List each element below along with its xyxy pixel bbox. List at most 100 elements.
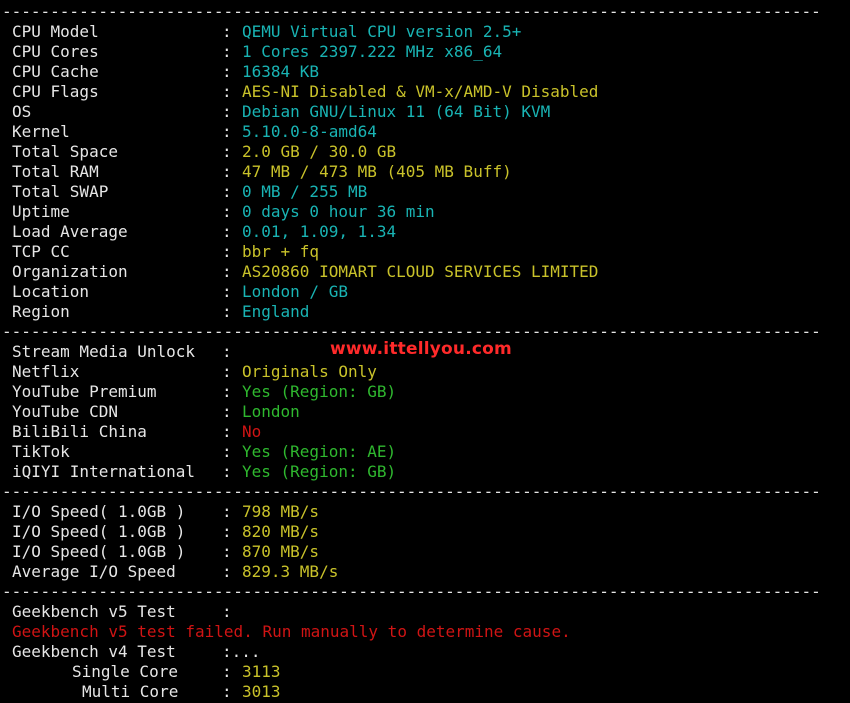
row-value: AS20860 IOMART CLOUD SERVICES LIMITED: [242, 262, 599, 281]
row-colon: :: [222, 422, 232, 441]
row-label: BiliBili China: [12, 422, 147, 441]
row-value: 0 days 0 hour 36 min: [242, 202, 435, 221]
row-colon: :: [222, 122, 232, 141]
io-row-average: Average I/O Speed:829.3 MB/s: [0, 562, 850, 582]
row-value: 3013: [242, 682, 281, 701]
row-colon: :: [222, 522, 232, 541]
separator-line: ----------------------------------------…: [2, 2, 821, 21]
row-colon: :: [222, 242, 232, 261]
row-label: I/O Speed( 1.0GB ): [12, 502, 186, 521]
row-value: No: [242, 422, 262, 441]
info-row-total-space: Total Space:2.0 GB / 30.0 GB: [0, 142, 850, 162]
row-colon: :: [222, 502, 232, 521]
info-row-uptime: Uptime:0 days 0 hour 36 min: [0, 202, 850, 222]
row-label: CPU Cache: [12, 62, 99, 81]
geekbench-v4-row: Geekbench v4 Test:...: [0, 642, 850, 662]
row-value: QEMU Virtual CPU version 2.5+: [242, 22, 522, 41]
row-colon: :: [222, 382, 232, 401]
row-label: Average I/O Speed: [12, 562, 176, 581]
row-colon: :: [222, 562, 232, 581]
row-label: Total RAM: [12, 162, 99, 181]
row-colon: :: [222, 542, 232, 561]
row-colon: :: [222, 282, 232, 301]
row-value: London / GB: [242, 282, 348, 301]
row-value: 870 MB/s: [242, 542, 320, 561]
row-label: iQIYI International: [12, 462, 196, 481]
row-colon: :: [222, 182, 232, 201]
row-label: OS: [12, 102, 32, 121]
info-row-tcp-cc: TCP CC: bbr + fq: [0, 242, 850, 262]
info-row-organization: Organization: AS20860 IOMART CLOUD SERVIC…: [0, 262, 850, 282]
row-colon: :: [222, 82, 232, 101]
info-row-total-swap: Total SWAP:0 MB / 255 MB: [0, 182, 850, 202]
error-message: Geekbench v5 test failed. Run manually t…: [12, 622, 571, 641]
row-label: Total Space: [12, 142, 118, 161]
info-row-total-ram: Total RAM:47 MB / 473 MB (405 MB Buff): [0, 162, 850, 182]
info-row-cpu-cores: CPU Cores:1 Cores 2397.222 MHz x86_64: [0, 42, 850, 62]
row-label: I/O Speed( 1.0GB ): [12, 522, 186, 541]
row-value: 829.3 MB/s: [242, 562, 339, 581]
stream-row-youtube-cdn: YouTube CDN: London: [0, 402, 850, 422]
row-label: Multi Core: [82, 682, 179, 701]
row-label: YouTube CDN: [12, 402, 118, 421]
row-value: 798 MB/s: [242, 502, 320, 521]
watermark-text: www.ittellyou.com: [330, 339, 512, 359]
info-row-load-average: Load Average:0.01, 1.09, 1.34: [0, 222, 850, 242]
row-value: Yes (Region: GB): [242, 462, 397, 481]
row-colon: :: [222, 42, 232, 61]
row-colon: :...: [222, 642, 261, 661]
row-colon: :: [222, 442, 232, 461]
row-value: 820 MB/s: [242, 522, 320, 541]
row-value: bbr + fq: [242, 242, 320, 261]
row-value: 0.01, 1.09, 1.34: [242, 222, 397, 241]
row-value: AES-NI Disabled & VM-x/AMD-V Disabled: [242, 82, 599, 101]
row-colon: :: [222, 402, 232, 421]
io-speed-section: I/O Speed( 1.0GB ):798 MB/s I/O Speed( 1…: [0, 502, 850, 582]
row-colon: :: [222, 662, 232, 681]
row-colon: :: [222, 682, 232, 701]
row-colon: :: [222, 462, 232, 481]
stream-row-bilibili: BiliBili China: No: [0, 422, 850, 442]
row-label: I/O Speed( 1.0GB ): [12, 542, 186, 561]
row-value: Yes (Region: GB): [242, 382, 397, 401]
stream-row-tiktok: TikTok: Yes (Region: AE): [0, 442, 850, 462]
row-label: Region: [12, 302, 70, 321]
row-colon: :: [222, 162, 232, 181]
system-info-section: CPU Model: QEMU Virtual CPU version 2.5+ …: [0, 22, 850, 322]
separator-line: ----------------------------------------…: [2, 482, 821, 501]
row-colon: :: [222, 202, 232, 221]
row-value: 0 MB / 255 MB: [242, 182, 368, 201]
info-row-cpu-flags: CPU Flags: AES-NI Disabled & VM-x/AMD-V D…: [0, 82, 850, 102]
geekbench-v5-error: Geekbench v5 test failed. Run manually t…: [0, 622, 850, 642]
stream-row-iqiyi: iQIYI International: Yes (Region: GB): [0, 462, 850, 482]
row-colon: :: [222, 62, 232, 81]
row-label: Kernel: [12, 122, 70, 141]
stream-row-youtube-premium: YouTube Premium: Yes (Region: GB): [0, 382, 850, 402]
row-value: 2.0 GB / 30.0 GB: [242, 142, 397, 161]
row-label: CPU Model: [12, 22, 99, 41]
row-colon: :: [222, 102, 232, 121]
row-label: Single Core: [72, 662, 178, 681]
terminal-window[interactable]: ----------------------------------------…: [0, 0, 850, 703]
row-label: TCP CC: [12, 242, 70, 261]
row-label: Netflix: [12, 362, 80, 381]
row-colon: :: [222, 362, 232, 381]
row-value: London: [242, 402, 300, 421]
row-value: 1 Cores 2397.222 MHz x86_64: [242, 42, 503, 61]
row-colon: :: [222, 342, 232, 361]
geekbench-v5-row: Geekbench v5 Test:: [0, 602, 850, 622]
row-label: Uptime: [12, 202, 70, 221]
row-label: CPU Flags: [12, 82, 99, 101]
row-value: 47 MB / 473 MB (405 MB Buff): [242, 162, 512, 181]
row-label: YouTube Premium: [12, 382, 157, 401]
info-row-cpu-cache: CPU Cache:16384 KB: [0, 62, 850, 82]
row-colon: :: [222, 142, 232, 161]
row-value: Yes (Region: AE): [242, 442, 397, 461]
info-row-region: Region: England: [0, 302, 850, 322]
io-row: I/O Speed( 1.0GB ):798 MB/s: [0, 502, 850, 522]
row-colon: :: [222, 22, 232, 41]
row-value: 3113: [242, 662, 281, 681]
io-row: I/O Speed( 1.0GB ):870 MB/s: [0, 542, 850, 562]
stream-row-netflix: Netflix: Originals Only: [0, 362, 850, 382]
geekbench-section: Geekbench v5 Test: Geekbench v5 test fai…: [0, 602, 850, 702]
